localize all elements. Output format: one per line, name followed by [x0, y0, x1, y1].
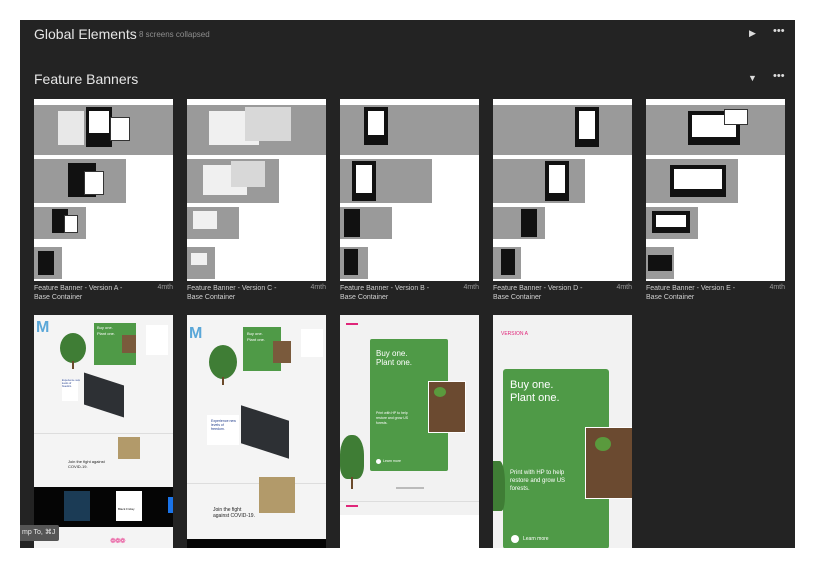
screen-card[interactable]: M Buy one. Plant one. Experience new lev… — [34, 315, 173, 548]
covid-text: Join the fight against COVID-19. — [213, 507, 255, 519]
tree-icon — [493, 461, 505, 511]
learn-more-link[interactable]: Learn more — [523, 536, 549, 542]
more-icon[interactable]: ••• — [773, 26, 785, 37]
play-right-icon[interactable]: ▶ — [749, 28, 756, 38]
learn-more-link[interactable]: Learn more — [383, 459, 401, 463]
keyboard-image — [259, 477, 295, 513]
feature-text: Experience new levels of freedom. — [62, 379, 80, 388]
section-title: Global Elements — [34, 26, 137, 42]
laptop-image — [84, 372, 124, 418]
jump-to-tooltip: mp To, ⌘J — [20, 525, 60, 541]
screen-card[interactable]: Feature Banner - Version A - Base Contai… — [34, 99, 173, 304]
version-label: VERSION A — [501, 331, 528, 337]
screen-age: 4mth — [157, 284, 173, 291]
screen-name: Feature Banner - Version D - Base Contai… — [493, 285, 583, 301]
screen-age: 4mth — [310, 284, 326, 291]
black-friday-text: Black Friday — [118, 507, 135, 511]
screen-thumbnail[interactable] — [493, 99, 632, 281]
screen-thumbnail[interactable] — [646, 99, 785, 281]
play-circle-icon[interactable] — [376, 459, 381, 464]
screen-thumbnail[interactable]: M Buy one. Plant one. Experience new lev… — [34, 315, 173, 548]
more-icon[interactable]: ••• — [773, 71, 785, 82]
screens-panel: Global Elements 8 screens collapsed ▶ ••… — [20, 20, 795, 548]
seedling-image — [585, 427, 632, 499]
feature-banners-section-header[interactable]: Feature Banners ▼ ••• — [20, 65, 795, 95]
screen-card[interactable]: Feature Banner - Version C - Base Contai… — [187, 99, 326, 304]
section-title: Feature Banners — [34, 71, 139, 87]
keyboard-image — [118, 437, 140, 459]
tree-icon — [60, 333, 86, 363]
screen-thumbnail[interactable] — [187, 99, 326, 281]
screen-card[interactable]: Feature Banner - Version D - Base Contai… — [493, 99, 632, 304]
screen-card[interactable]: Feature Banner - Version B - Base Contai… — [340, 99, 479, 304]
feature-text: Experience new levels of freedom. — [211, 419, 236, 431]
collapsed-count: 8 screens collapsed — [139, 30, 210, 39]
banner-headline: Buy one. — [376, 349, 408, 358]
screen-name: Feature Banner - Version E - Base Contai… — [646, 285, 736, 301]
tree-icon — [209, 345, 237, 379]
banner-headline: Plant one. — [376, 358, 413, 367]
screen-age: 4mth — [769, 284, 785, 291]
screen-thumbnail[interactable] — [34, 99, 173, 281]
banner-headline: Buy one. — [97, 325, 113, 330]
banner-body: Print with HP to help restore and grow U… — [376, 411, 409, 425]
banner-headline: Plant one. — [97, 331, 116, 336]
screen-name: Feature Banner - Version C - Base Contai… — [187, 285, 277, 301]
screen-age: 4mth — [616, 284, 632, 291]
screen-card[interactable]: Buy one. Plant one. Print with HP to hel… — [340, 315, 479, 548]
screen-name: Feature Banner - Version B - Base Contai… — [340, 285, 430, 301]
play-circle-icon[interactable] — [511, 535, 519, 543]
banner-headline: Buy one. — [510, 379, 554, 391]
screen-card[interactable]: VERSION A Buy one. Plant one. Print with… — [493, 315, 632, 548]
screen-name: Feature Banner - Version A - Base Contai… — [34, 285, 123, 301]
covid-text: Join the fight against COVID-19. — [68, 459, 105, 469]
banner-headline: Buy one. — [247, 331, 263, 336]
screen-thumbnail[interactable] — [340, 99, 479, 281]
tree-icon — [340, 435, 364, 479]
global-elements-section-header[interactable]: Global Elements 8 screens collapsed ▶ ••… — [20, 20, 795, 50]
screen-card[interactable]: M Buy one. Plant one. Experience new lev… — [187, 315, 326, 548]
screen-thumbnail[interactable]: M Buy one. Plant one. Experience new lev… — [187, 315, 326, 548]
screen-age: 4mth — [463, 284, 479, 291]
caret-down-icon[interactable]: ▼ — [748, 73, 757, 83]
screen-thumbnail[interactable]: VERSION A Buy one. Plant one. Print with… — [493, 315, 632, 548]
banner-headline: Plant one. — [247, 337, 266, 342]
banner-headline: Plant one. — [510, 392, 560, 404]
screen-card[interactable]: Feature Banner - Version E - Base Contai… — [646, 99, 785, 304]
screen-thumbnail[interactable]: Buy one. Plant one. Print with HP to hel… — [340, 315, 479, 548]
laptop-image — [241, 405, 289, 459]
banner-body: Print with HP to help restore and grow U… — [510, 470, 566, 492]
